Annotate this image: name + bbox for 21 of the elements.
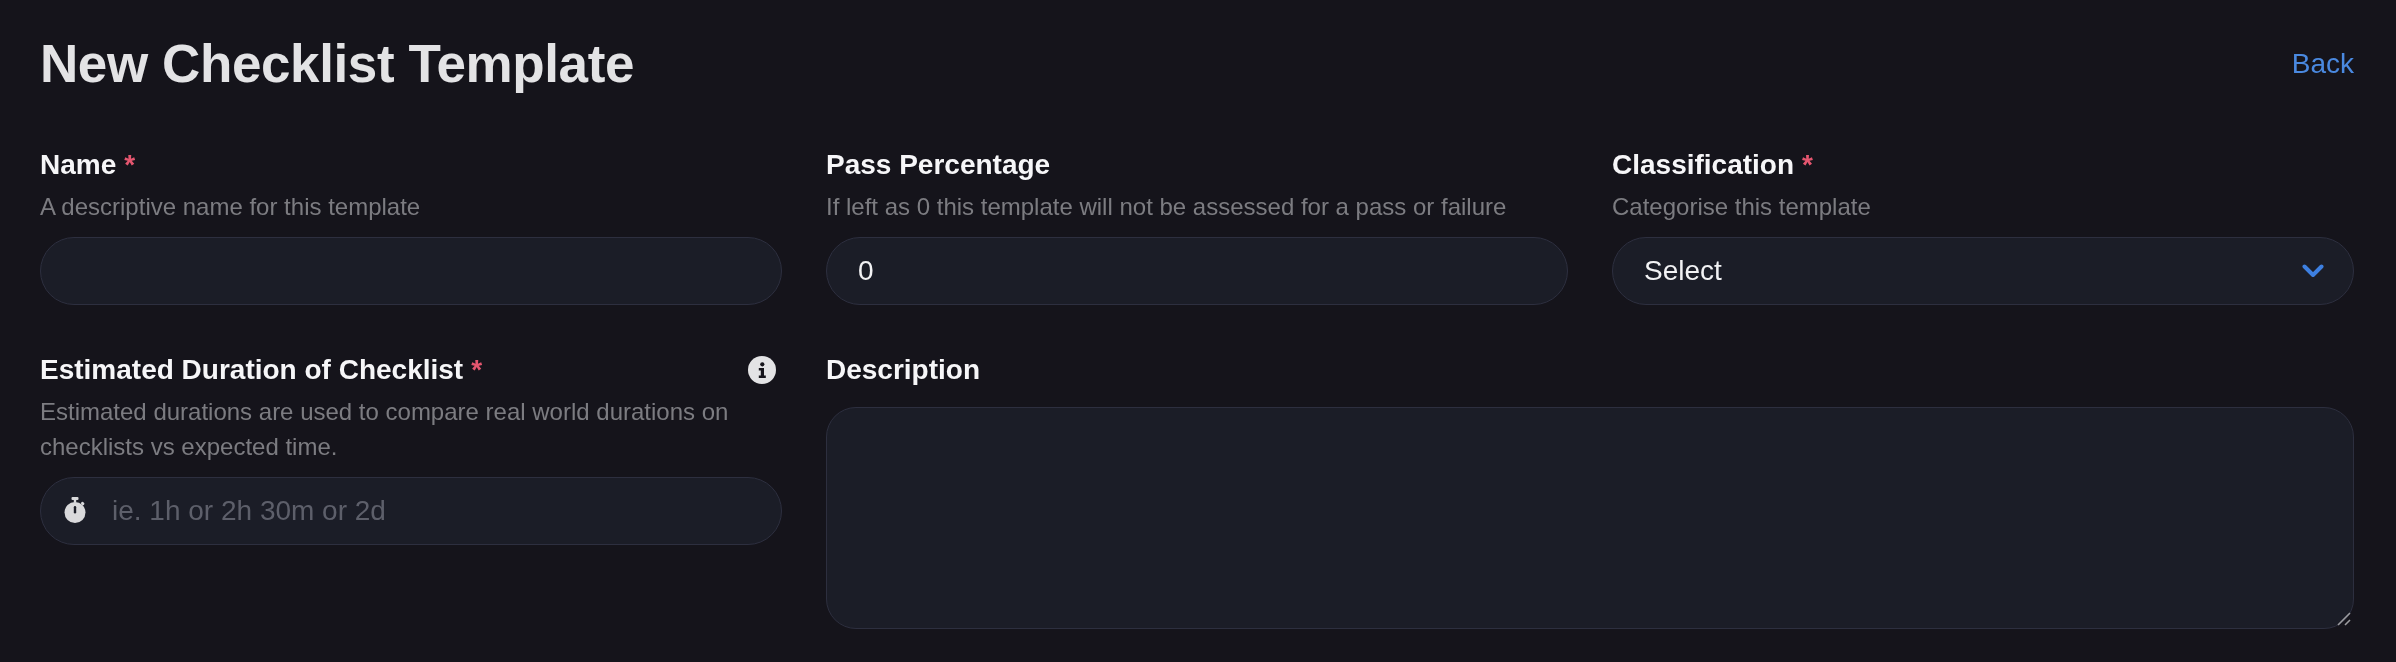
help-text: If left as 0 this template will not be assessed for a pass or failure [826,192,1508,222]
back-link[interactable]: Back [2291,46,2354,82]
field-label: Classification [1612,148,1795,182]
text-input[interactable]: 0 [826,237,1568,305]
info-icon[interactable] [748,356,776,384]
page-title: New Checklist Template [40,33,635,95]
duration-input[interactable]: ie. 1h or 2h 30m or 2d [40,477,782,545]
select-dropdown[interactable]: Select [1612,237,2354,305]
help-text: Categorise this template [1612,192,1872,222]
field-label: Description [826,353,981,387]
resize-grip-icon[interactable] [2337,612,2351,626]
required-asterisk: * [124,148,136,182]
help-text: Estimated durations are used to compare real world durations on checklists vs expected time. [40,397,730,462]
field-label: Name [40,148,117,182]
stopwatch-icon [64,497,86,523]
help-text: A descriptive name for this template [40,192,422,222]
field-label: Estimated Duration of Checklist [40,353,464,387]
field-label: Pass Percentage [826,148,1051,182]
required-asterisk: * [1802,148,1813,182]
chevron-down-icon [2302,264,2324,278]
required-asterisk: * [471,353,483,387]
